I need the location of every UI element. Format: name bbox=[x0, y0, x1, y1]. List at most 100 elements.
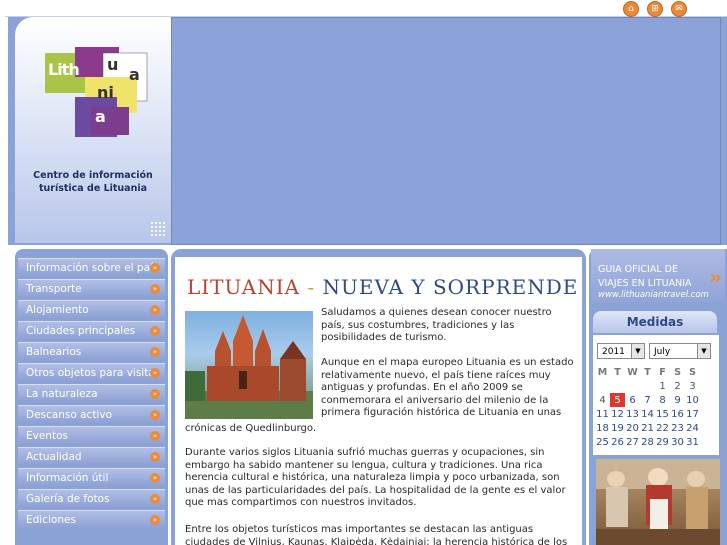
calendar-day[interactable]: 14 bbox=[640, 407, 655, 421]
calendar-day[interactable]: 30 bbox=[670, 435, 685, 449]
sidebar-item-label: Descanso activo bbox=[26, 409, 112, 421]
calendar-day[interactable]: 20 bbox=[625, 421, 640, 435]
sidebar-item[interactable]: Alojamiento » bbox=[18, 300, 165, 319]
mail-icon[interactable]: ✉ bbox=[671, 1, 687, 17]
logo-text-a: a bbox=[129, 65, 140, 84]
sidebar-item-label: Balnearios bbox=[26, 346, 82, 358]
weekday-header: T bbox=[614, 366, 621, 378]
guide-title: GUIA OFICIAL DE VIAJES EN LITUANIA bbox=[598, 263, 692, 291]
calendar-day[interactable]: 29 bbox=[655, 435, 670, 449]
sidebar-item[interactable]: Ediciones » bbox=[18, 510, 165, 529]
title-dash: - bbox=[307, 275, 316, 299]
arrow-right-icon: » bbox=[150, 410, 160, 420]
calendar-day[interactable]: 7 bbox=[640, 393, 655, 407]
sidebar-item-label: Actualidad bbox=[26, 451, 82, 463]
events-calendar: 2011 ▼ July ▼ M T W T F S S 1 2 3 4 5 6 7 8 9 10 11 12 13 14… bbox=[593, 335, 719, 455]
article: LITUANIA - NUEVA Y SORPRENDE Saludamos a… bbox=[175, 257, 582, 545]
sidebar-item-label: Galería de fotos bbox=[26, 493, 110, 505]
sitemap-icon[interactable]: ⊞ bbox=[647, 1, 663, 17]
sidebar-item[interactable]: Eventos » bbox=[18, 426, 165, 445]
lithuania-logo[interactable]: Lith u a ni a bbox=[45, 47, 153, 137]
calendar-day[interactable]: 16 bbox=[670, 407, 685, 421]
header: Lith u a ni a Centro de información turí… bbox=[8, 17, 727, 245]
year-value: 2011 bbox=[602, 347, 625, 357]
church-photo bbox=[185, 311, 313, 419]
calendar-day[interactable]: 19 bbox=[610, 421, 625, 435]
calendar-day[interactable]: 3 bbox=[685, 379, 700, 393]
calendar-day[interactable]: 28 bbox=[640, 435, 655, 449]
history-paragraph-b: crónicas de Quedlinburgo. bbox=[185, 423, 317, 434]
tourism-paragraph: Entre los objetos turísticos mas importa… bbox=[185, 524, 568, 545]
calendar-day[interactable]: 5 bbox=[610, 393, 625, 407]
guide-url[interactable]: www.lithuaniantravel.com bbox=[598, 290, 709, 300]
arrow-right-icon: » bbox=[150, 452, 160, 462]
calendar-day[interactable]: 11 bbox=[595, 407, 610, 421]
chevron-down-icon: ▼ bbox=[631, 344, 644, 358]
calendar-day[interactable]: 18 bbox=[595, 421, 610, 435]
sidebar-item-label: Información sobre el país bbox=[26, 262, 159, 274]
calendar-day[interactable]: 10 bbox=[685, 393, 700, 407]
sidebar-item[interactable]: La naturaleza » bbox=[18, 384, 165, 403]
calendar-day[interactable]: 17 bbox=[685, 407, 700, 421]
home-icon[interactable]: ⌂ bbox=[623, 1, 639, 17]
calendar-day[interactable]: 15 bbox=[655, 407, 670, 421]
sidebar-item-label: Alojamiento bbox=[26, 304, 89, 316]
sidebar-item[interactable]: Información útil » bbox=[18, 468, 165, 487]
calendar-day[interactable]: 22 bbox=[655, 421, 670, 435]
calendar-day[interactable]: 2 bbox=[670, 379, 685, 393]
calendar-day bbox=[595, 379, 610, 393]
official-guide-banner[interactable]: GUIA OFICIAL DE VIAJES EN LITUANIA www.l… bbox=[591, 249, 725, 303]
decor-dots bbox=[150, 221, 166, 237]
sidebar-item[interactable]: Descanso activo » bbox=[18, 405, 165, 424]
logo-text-u: u bbox=[107, 55, 119, 74]
sidebar-item[interactable]: Balnearios » bbox=[18, 342, 165, 361]
calendar-day[interactable]: 4 bbox=[595, 393, 610, 407]
folk-dancers-photo bbox=[596, 459, 720, 545]
calendar-day[interactable]: 23 bbox=[670, 421, 685, 435]
sidebar-item-label: Otros objetos para visitar bbox=[26, 367, 160, 379]
calendar-day[interactable]: 21 bbox=[640, 421, 655, 435]
top-bar: ⌂ ⊞ ✉ bbox=[0, 0, 727, 17]
weekday-header: M bbox=[597, 366, 608, 378]
calendar-day[interactable]: 6 bbox=[625, 393, 640, 407]
arrow-right-icon: » bbox=[150, 515, 160, 525]
intro-paragraph: Saludamos a quienes desean conocer nuest… bbox=[321, 307, 552, 344]
calendar-day[interactable]: 8 bbox=[655, 393, 670, 407]
sidebar-item[interactable]: Información sobre el país» bbox=[18, 258, 165, 277]
year-select[interactable]: 2011 ▼ bbox=[597, 343, 645, 359]
arrow-right-icon: » bbox=[150, 263, 160, 273]
arrow-right-icon: » bbox=[150, 347, 160, 357]
sidebar-item[interactable]: Ciudades principales » bbox=[18, 321, 165, 340]
month-value: July bbox=[654, 347, 671, 357]
logo-text-lith: Lith bbox=[48, 60, 80, 79]
calendar-day[interactable]: 26 bbox=[610, 435, 625, 449]
calendar-day[interactable]: 13 bbox=[625, 407, 640, 421]
calendar-day[interactable]: 1 bbox=[655, 379, 670, 393]
sidebar-item-label: Transporte bbox=[26, 283, 82, 295]
right-column: GUIA OFICIAL DE VIAJES EN LITUANIA www.l… bbox=[589, 249, 727, 545]
weekday-header: S bbox=[689, 366, 696, 378]
arrow-right-icon: » bbox=[150, 368, 160, 378]
sidebar-item[interactable]: Transporte » bbox=[18, 279, 165, 298]
brand-tagline: Centro de información turística de Litua… bbox=[33, 170, 153, 194]
events-calendar-title: Medidas bbox=[593, 311, 717, 333]
calendar-day[interactable]: 27 bbox=[625, 435, 640, 449]
chevron-down-icon: ▼ bbox=[697, 344, 710, 358]
sidebar-item[interactable]: Otros objetos para visitar» bbox=[18, 363, 165, 382]
page-title: LITUANIA - NUEVA Y SORPRENDE bbox=[187, 275, 578, 299]
calendar-day[interactable]: 31 bbox=[685, 435, 700, 449]
sidebar-item[interactable]: Actualidad » bbox=[18, 447, 165, 466]
culture-paragraph: Durante varios siglos Lituania sufrió mu… bbox=[185, 447, 566, 509]
calendar-day bbox=[610, 379, 625, 393]
calendar-day[interactable]: 9 bbox=[670, 393, 685, 407]
history-paragraph-a: Aunque en el mapa europeo Lituania es un… bbox=[321, 357, 574, 419]
calendar-day bbox=[625, 379, 640, 393]
calendar-day bbox=[640, 379, 655, 393]
calendar-day[interactable]: 12 bbox=[610, 407, 625, 421]
calendar-day[interactable]: 24 bbox=[685, 421, 700, 435]
calendar-day[interactable]: 25 bbox=[595, 435, 610, 449]
weekday-header: T bbox=[644, 366, 651, 378]
arrow-right-icon: » bbox=[150, 284, 160, 294]
sidebar-item[interactable]: Galería de fotos » bbox=[18, 489, 165, 508]
month-select[interactable]: July ▼ bbox=[649, 343, 711, 359]
